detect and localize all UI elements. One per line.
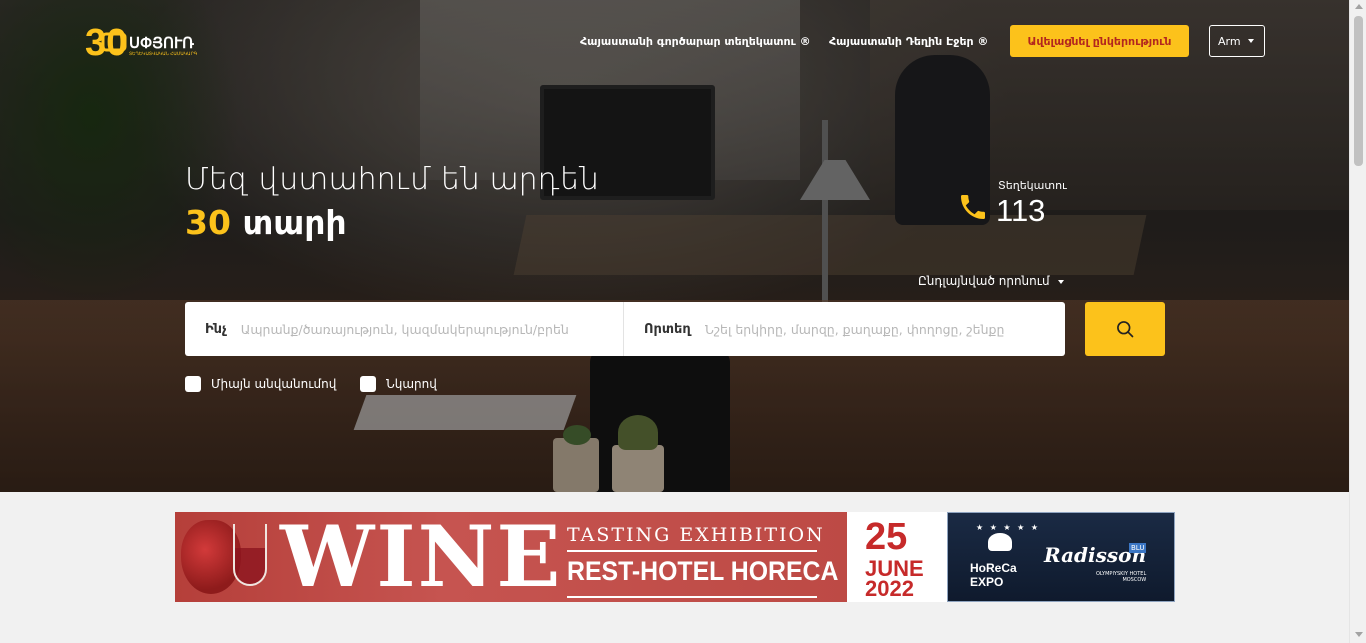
advanced-search-toggle[interactable]: Ընդլայնված որոնում <box>918 274 1064 288</box>
grapes-icon <box>181 520 241 594</box>
nav-yellow-pages[interactable]: Հայաստանի Դեղին Էջեր ® <box>829 35 988 48</box>
headline-line2: 30 տարի <box>185 203 347 242</box>
caret-down-icon <box>1248 39 1254 43</box>
expo-name: HoReCa EXPO <box>970 561 1017 589</box>
banner-subtitle-top: TASTING EXHIBITION <box>567 524 825 546</box>
search-where-input[interactable] <box>704 314 1065 344</box>
hotel-sub: OLYMPIYSKIY HOTEL MOSCOW <box>1096 571 1146 583</box>
logo-icon: 30 ՍՓՅՈՒՌ ՏԵՂԵԿԱՏՎԱԿԱՆ ՀԱՄԱԿԱՐԳ <box>85 22 198 64</box>
checkbox[interactable] <box>360 376 376 392</box>
phone-icon <box>961 195 985 219</box>
nav-business-directory[interactable]: Հայաստանի գործարար տեղեկատու ® <box>580 35 811 48</box>
search-what-label: Ինչ <box>205 321 227 337</box>
site-logo[interactable]: 30 ՍՓՅՈՒՌ ՏԵՂԵԿԱՏՎԱԿԱՆ ՀԱՄԱԿԱՐԳ <box>85 22 205 64</box>
filter-with-photo-label: Նկարով <box>386 377 437 391</box>
caret-down-icon <box>1057 279 1064 284</box>
filter-name-only-label: Միայն անվանումով <box>211 377 337 391</box>
phone-number[interactable]: 113 <box>996 193 1045 229</box>
search-button[interactable] <box>1085 302 1165 356</box>
hotel-badge: BLU <box>1129 543 1147 553</box>
checkbox[interactable] <box>185 376 201 392</box>
add-company-button[interactable]: Ավելացնել ընկերություն <box>1010 25 1189 57</box>
logo-brand: ՍՓՅՈՒՌ <box>129 35 194 52</box>
headline-word: տարի <box>242 203 347 242</box>
phone-label: Տեղեկատու <box>998 179 1067 192</box>
banner-date-panel: 25 JUNE 2022 <box>847 512 947 602</box>
bg-dark-overlay <box>0 0 1349 492</box>
expo-name-line2: EXPO <box>970 575 1004 589</box>
banner-date-day: 25 <box>865 516 908 558</box>
banner-date-year: 2022 <box>865 576 914 601</box>
filter-name-only[interactable]: Միայն անվանումով <box>185 376 336 392</box>
wine-glass-icon <box>233 524 267 586</box>
language-value: Arm <box>1218 34 1241 48</box>
search-where-label: Որտեղ <box>644 321 691 337</box>
chef-hat-icon <box>988 533 1012 551</box>
hotel-sub-line2: MOSCOW <box>1122 577 1147 583</box>
banner-subtitle-bottom: REST-HOTEL HORECA <box>567 556 839 586</box>
logo-tagline: ՏԵՂԵԿԱՏՎԱԿԱՆ ՀԱՄԱԿԱՐԳ <box>129 51 198 56</box>
logo-number: 30 <box>85 22 127 62</box>
banner-rule <box>567 550 817 552</box>
search-what-input[interactable] <box>240 314 601 344</box>
stars-icon: ★ ★ ★ ★ ★ <box>976 523 1041 532</box>
search-form: Ինչ Որտեղ <box>185 302 1065 356</box>
banner-expo-panel: ★ ★ ★ ★ ★ HoReCa EXPO Radisson BLU OLYMP… <box>947 512 1175 602</box>
scroll-up-icon[interactable] <box>1355 4 1363 9</box>
headline-line1: Մեզ վստահում են արդեն <box>185 162 599 197</box>
hero-background <box>0 0 1349 492</box>
banner-rule <box>567 596 817 598</box>
scroll-down-icon[interactable] <box>1355 632 1363 637</box>
page-scrollbar[interactable] <box>1349 0 1366 643</box>
filter-with-photo[interactable]: Նկարով <box>360 376 437 392</box>
banner-wine-panel: WINE TASTING EXHIBITION REST-HOTEL HOREC… <box>175 512 847 602</box>
search-icon <box>1117 321 1134 338</box>
language-select[interactable]: Arm <box>1209 25 1265 57</box>
banner-wine-word: WINE <box>280 512 563 602</box>
advanced-search-label: Ընդլայնված որոնում <box>918 274 1050 288</box>
ad-banner[interactable]: WINE TASTING EXHIBITION REST-HOTEL HOREC… <box>175 512 1175 602</box>
headline-number: 30 <box>185 203 231 242</box>
search-where-field: Որտեղ <box>624 302 1065 356</box>
scroll-thumb[interactable] <box>1354 16 1363 166</box>
expo-name-line1: HoReCa <box>970 561 1017 575</box>
search-what-field: Ինչ <box>185 302 624 356</box>
